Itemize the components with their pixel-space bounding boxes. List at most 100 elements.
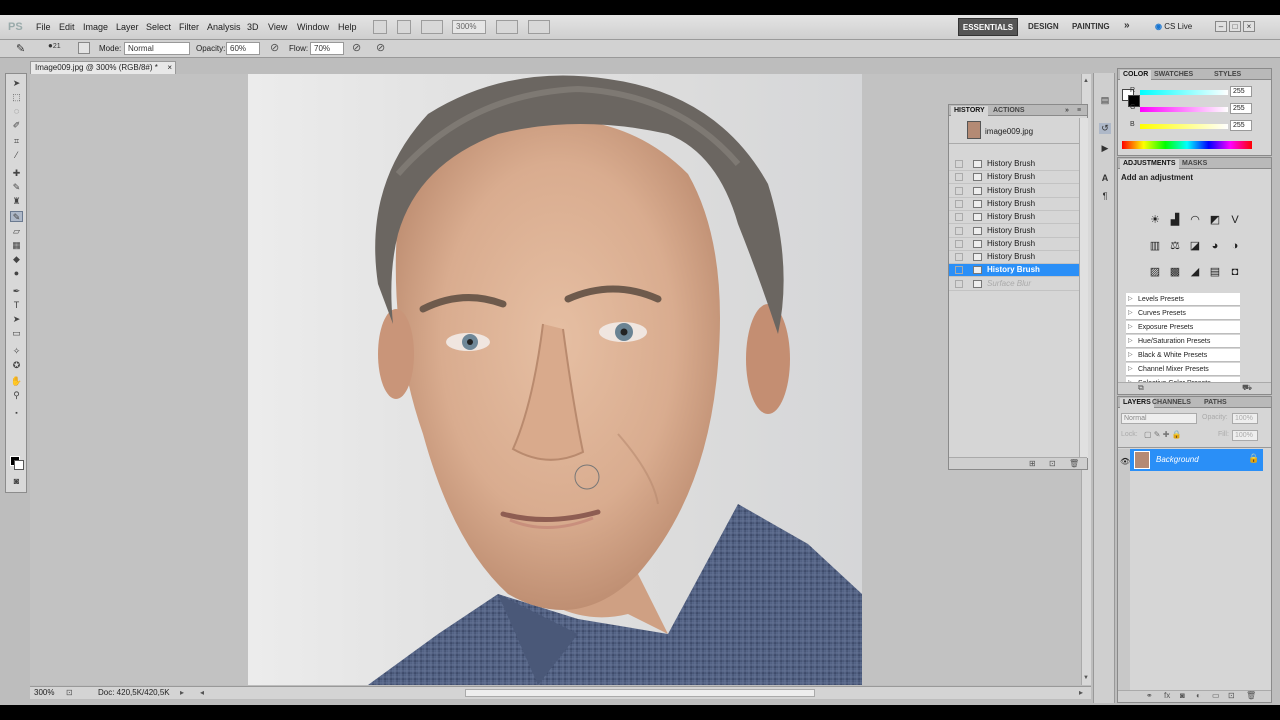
- crop-tool-icon[interactable]: ⌗: [10, 136, 23, 147]
- history-source-box[interactable]: [955, 239, 963, 248]
- healing-brush-tool-icon[interactable]: ✚: [10, 168, 23, 179]
- mode-select[interactable]: Normal: [124, 42, 190, 55]
- mini-bridge-button[interactable]: [397, 20, 411, 34]
- tab-channels[interactable]: CHANNELS: [1152, 398, 1191, 407]
- layer-name[interactable]: Background: [1156, 455, 1199, 464]
- portrait-photo[interactable]: [248, 74, 862, 685]
- menu-edit[interactable]: Edit: [59, 22, 75, 32]
- lasso-tool-icon[interactable]: ◌: [10, 106, 23, 117]
- 3d-rotate-tool-icon[interactable]: ✧: [10, 346, 23, 357]
- gradient-tool-icon[interactable]: ▦: [10, 240, 23, 251]
- workspace-design[interactable]: DESIGN: [1028, 22, 1059, 31]
- photo-filter-icon[interactable]: ◕: [1208, 239, 1222, 253]
- clone-stamp-tool-icon[interactable]: ♜: [10, 196, 23, 207]
- menu-file[interactable]: File: [36, 22, 51, 32]
- history-brush-tool-icon[interactable]: ✎: [10, 211, 23, 222]
- flow-field[interactable]: 70%: [310, 42, 344, 55]
- canvas-area[interactable]: [30, 74, 1091, 685]
- path-select-tool-icon[interactable]: ➤: [10, 314, 23, 325]
- menu-select[interactable]: Select: [146, 22, 171, 32]
- adjustment-preset-item[interactable]: Hue/Saturation Presets: [1126, 335, 1240, 348]
- brush-tool-icon[interactable]: ✎: [10, 182, 23, 193]
- color-spectrum-bar[interactable]: [1122, 141, 1252, 149]
- 3d-orbit-tool-icon[interactable]: ✪: [10, 360, 23, 371]
- blue-value[interactable]: 255: [1230, 120, 1252, 131]
- eraser-tool-icon[interactable]: ▱: [10, 226, 23, 237]
- workspace-painting[interactable]: PAINTING: [1072, 22, 1110, 31]
- history-scrollbar[interactable]: [1079, 118, 1088, 458]
- adjustment-preset-item[interactable]: Curves Presets: [1126, 307, 1240, 320]
- pen-tool-icon[interactable]: ✒: [10, 286, 23, 297]
- brightness-icon[interactable]: ☀: [1148, 213, 1162, 227]
- horizontal-scroll-thumb[interactable]: [465, 689, 815, 697]
- history-brush-tool-icon[interactable]: ✎: [16, 42, 25, 55]
- fill-field[interactable]: 100%: [1232, 430, 1258, 441]
- panel-collapse-icon[interactable]: »: [1065, 106, 1069, 115]
- blue-slider[interactable]: B 255: [1130, 120, 1258, 132]
- red-slider[interactable]: R 255: [1130, 86, 1258, 98]
- green-slider[interactable]: G 255: [1130, 103, 1258, 115]
- tab-history[interactable]: HISTORY: [951, 106, 988, 116]
- menu-filter[interactable]: Filter: [179, 22, 199, 32]
- history-source-box[interactable]: [955, 160, 963, 168]
- new-layer-icon[interactable]: ⊡: [1228, 691, 1235, 700]
- new-document-from-state-icon[interactable]: ⊞: [1029, 459, 1036, 468]
- delete-layer-icon[interactable]: 🗑: [1246, 691, 1256, 700]
- history-source-box[interactable]: [955, 199, 963, 208]
- levels-icon[interactable]: ▟: [1168, 213, 1182, 227]
- opacity-field[interactable]: 60%: [226, 42, 260, 55]
- delete-state-icon[interactable]: 🗑: [1069, 459, 1079, 468]
- new-snapshot-icon[interactable]: ⊡: [1049, 459, 1056, 468]
- quick-select-tool-icon[interactable]: ✐: [10, 120, 23, 131]
- link-layers-icon[interactable]: ⚭: [1146, 691, 1153, 700]
- actions-panel-icon[interactable]: ▶: [1099, 143, 1111, 154]
- status-info-icon[interactable]: ⊡: [66, 687, 73, 699]
- arrange-documents-button[interactable]: [496, 20, 518, 34]
- history-item[interactable]: History Brush: [949, 225, 1079, 238]
- document-close-icon[interactable]: ×: [167, 62, 172, 74]
- history-item[interactable]: History Brush: [949, 238, 1079, 251]
- adjustment-preset-item[interactable]: Channel Mixer Presets: [1126, 363, 1240, 376]
- red-value[interactable]: 255: [1230, 86, 1252, 97]
- status-zoom[interactable]: 300%: [34, 687, 54, 699]
- green-value[interactable]: 255: [1230, 103, 1252, 114]
- close-button[interactable]: ×: [1243, 21, 1255, 32]
- eyedropper-tool-icon[interactable]: ⁄: [10, 150, 23, 161]
- threshold-icon[interactable]: ◢: [1188, 265, 1202, 279]
- history-source-box[interactable]: [955, 279, 963, 288]
- hscroll-left-icon[interactable]: ◂: [200, 687, 204, 699]
- workspace-more-button[interactable]: »: [1124, 20, 1130, 31]
- view-extras-button[interactable]: [421, 20, 443, 34]
- history-panel-icon[interactable]: ↺: [1099, 123, 1111, 134]
- history-snapshot[interactable]: image009.jpg: [949, 118, 1079, 144]
- adjustment-menu-icon[interactable]: ⛟: [1242, 383, 1252, 393]
- default-colors-icon[interactable]: ▪: [10, 408, 23, 419]
- scroll-down-icon[interactable]: ▼: [1083, 675, 1089, 681]
- adjustment-preset-item[interactable]: Black & White Presets: [1126, 349, 1240, 362]
- new-group-icon[interactable]: ▭: [1212, 691, 1220, 700]
- posterize-icon[interactable]: ▩: [1168, 265, 1182, 279]
- document-tab[interactable]: Image009.jpg @ 300% (RGB/8#) * ×: [30, 61, 176, 74]
- character-panel-icon[interactable]: A: [1099, 173, 1111, 184]
- background-color-swatch[interactable]: [14, 460, 24, 470]
- menu-view[interactable]: View: [268, 22, 287, 32]
- history-item[interactable]: History Brush: [949, 198, 1079, 211]
- pressure-opacity-icon[interactable]: ⊘: [270, 41, 279, 54]
- menu-image[interactable]: Image: [83, 22, 108, 32]
- history-source-box[interactable]: [955, 266, 963, 275]
- menu-window[interactable]: Window: [297, 22, 329, 32]
- blend-mode-select[interactable]: Normal: [1121, 413, 1197, 424]
- green-track[interactable]: [1140, 107, 1228, 112]
- maximize-button[interactable]: □: [1229, 21, 1241, 32]
- history-item[interactable]: History Brush: [949, 211, 1079, 225]
- cs-live-button[interactable]: ◉ CS Live: [1155, 22, 1192, 31]
- type-tool-icon[interactable]: T: [10, 300, 23, 311]
- brush-panel-toggle[interactable]: [78, 42, 90, 54]
- history-item[interactable]: History Brush: [949, 185, 1079, 198]
- hue-saturation-icon[interactable]: ▥: [1148, 239, 1162, 253]
- adjustment-preset-item[interactable]: Levels Presets: [1126, 293, 1240, 306]
- menu-help[interactable]: Help: [338, 22, 357, 32]
- airbrush-icon[interactable]: ⊘: [352, 41, 361, 54]
- layer-style-icon[interactable]: fx: [1164, 691, 1170, 700]
- history-item[interactable]: Surface Blur: [949, 278, 1079, 291]
